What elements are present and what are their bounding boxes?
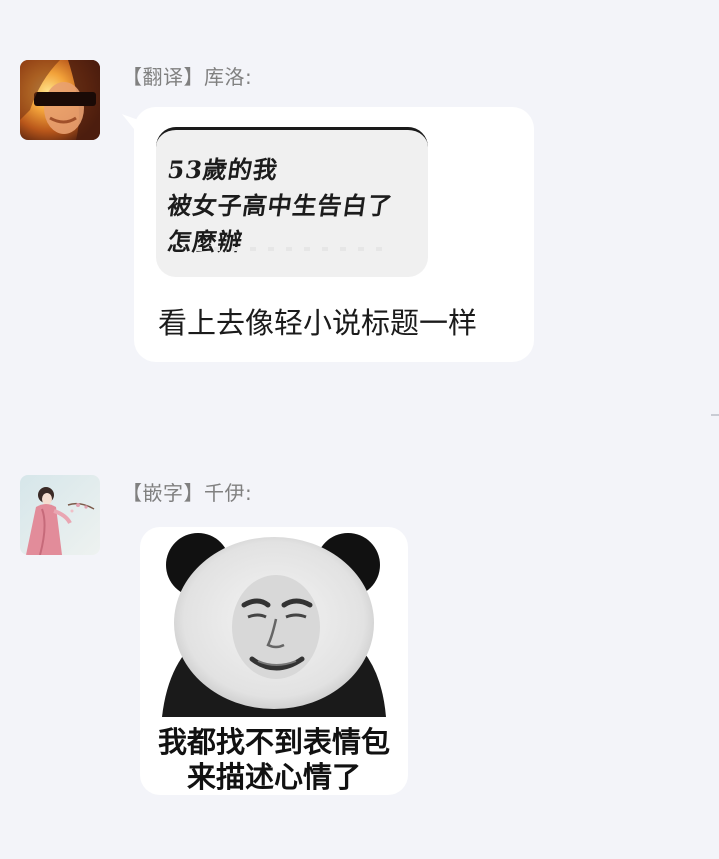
quoted-image-line: 53歲的我	[165, 155, 281, 184]
user-avatar-hooded-figure-icon	[20, 60, 100, 140]
sticker-image[interactable]: 我都找不到表情包 来描述心情了	[140, 527, 408, 795]
scroll-indicator	[711, 414, 719, 416]
avatar[interactable]	[20, 60, 100, 140]
sender-name: 【翻译】库洛:	[122, 65, 253, 89]
quoted-image[interactable]: 53歲的我 被女子高中生告白了 怎麼辦	[156, 127, 428, 277]
bubble-tail	[122, 114, 138, 134]
chat-message-list: 【翻译】库洛: 53歲的我 被女子高中生告白了 怎麼辦 看上去像轻小说标题一样	[0, 0, 719, 859]
image-artifact	[196, 247, 386, 251]
sticker-caption: 来描述心情了	[186, 760, 361, 794]
message-text: 看上去像轻小说标题一样	[158, 306, 478, 340]
message-bubble[interactable]: 53歲的我 被女子高中生告白了 怎麼辦 看上去像轻小说标题一样	[122, 107, 534, 362]
quoted-image-line: 被女子高中生告白了	[165, 191, 395, 220]
user-avatar-girl-pink-dress-icon	[20, 475, 100, 555]
quoted-image-line: 怎麼辦	[165, 227, 245, 256]
panda-face-meme-sticker-icon	[162, 533, 386, 717]
avatar[interactable]	[20, 475, 100, 555]
sender-name: 【嵌字】千伊:	[122, 481, 253, 505]
